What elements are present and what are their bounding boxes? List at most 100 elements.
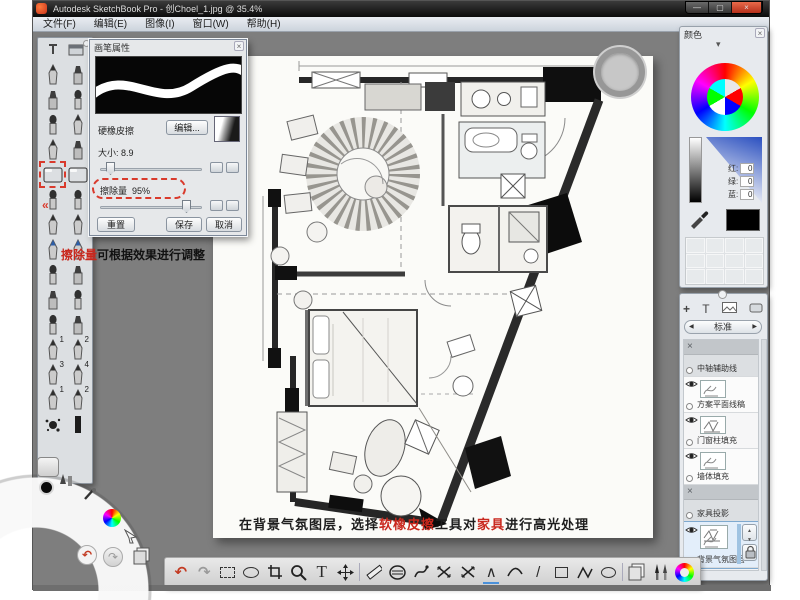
text-layer-button[interactable]: T [702, 302, 709, 316]
swatch-grid[interactable] [685, 237, 764, 285]
size-slider-thumb[interactable] [106, 162, 115, 175]
lagoon-layers-icon[interactable] [133, 547, 151, 570]
maximize-button[interactable]: ▢ [709, 2, 732, 14]
crop-tool[interactable] [265, 561, 285, 583]
reset-button[interactable]: 重置 [97, 217, 135, 232]
eraser-hard-selected[interactable] [40, 162, 65, 187]
lagoon-cursor-icon[interactable] [123, 529, 138, 549]
visibility-eye-icon[interactable] [685, 379, 698, 389]
brush-marker[interactable] [40, 87, 65, 112]
layer-move-button[interactable]: ▲▼ [742, 524, 757, 541]
drawing-canvas[interactable]: 在背景气氛图层，选择软橡皮擦工具对家具进行高光处理 [213, 56, 653, 538]
layers-button[interactable] [627, 561, 647, 583]
brush-needle-1[interactable]: 1 [40, 387, 65, 412]
brush-wide-1[interactable] [40, 262, 65, 287]
text-tool[interactable]: T [312, 561, 332, 583]
erase-increment-button[interactable] [226, 200, 239, 211]
color-puck-button[interactable] [674, 561, 694, 583]
brush-custom-3[interactable]: 3 [40, 362, 65, 387]
brush-texture-2[interactable] [65, 312, 90, 337]
layer-lock-button[interactable] [742, 544, 757, 561]
size-increment-button[interactable] [226, 162, 239, 173]
ruler-tool[interactable] [364, 561, 384, 583]
add-layer-button[interactable]: + [683, 302, 690, 316]
lagoon-pen-icon[interactable] [59, 473, 73, 492]
color-panel-collapse-icon[interactable]: ▾ [716, 39, 721, 50]
ellipse-tool[interactable] [599, 561, 619, 583]
brush-round-2[interactable] [65, 212, 90, 237]
brush-dark-marker[interactable] [65, 412, 90, 437]
color-wheel-inner[interactable] [707, 79, 743, 115]
polyline-tool-selected[interactable]: ∧ [481, 561, 501, 583]
layer-opacity-bar[interactable] [737, 524, 741, 564]
size-slider[interactable] [100, 168, 202, 171]
brush-mop-2[interactable] [65, 287, 90, 312]
brush-fine[interactable] [40, 137, 65, 162]
layers-scrollbar[interactable] [761, 339, 767, 571]
ellipse-guide-tool[interactable] [387, 561, 407, 583]
color-panel-close-icon[interactable]: × [755, 28, 765, 38]
layer-group-divider[interactable]: × [684, 340, 758, 355]
brush-custom-2[interactable]: 2 [65, 337, 90, 362]
brush-airbrush[interactable] [40, 112, 65, 137]
preset-right-icon[interactable]: ▶ [752, 321, 757, 333]
brush-library-button[interactable] [651, 561, 671, 583]
layer-menu-button[interactable] [749, 302, 763, 316]
brush-custom-1[interactable]: 1 [40, 337, 65, 362]
layer-radio[interactable] [686, 512, 693, 519]
line-tool[interactable]: / [528, 561, 548, 583]
visibility-eye-icon[interactable] [685, 451, 698, 461]
save-button[interactable]: 保存 [166, 217, 202, 232]
brush-custom-4[interactable]: 4 [65, 362, 90, 387]
edit-button[interactable]: 编辑... [166, 120, 208, 135]
lagoon-stylus-icon[interactable] [83, 487, 97, 504]
brush-needle-2[interactable]: 2 [65, 387, 90, 412]
import-image-button[interactable] [722, 302, 737, 316]
menu-edit[interactable]: 编辑(E) [94, 18, 127, 30]
layer-row-columns[interactable]: 门窗柱填充 [684, 413, 758, 449]
erase-slider-thumb[interactable] [182, 200, 191, 213]
size-decrement-button[interactable] [210, 162, 223, 173]
red-value[interactable]: 0 [740, 163, 754, 174]
grayscale-slider[interactable] [689, 137, 702, 203]
lagoon-undo-button[interactable]: ↶ [77, 545, 97, 565]
menu-image[interactable]: 图像(I) [145, 18, 174, 30]
brush-chisel[interactable] [65, 87, 90, 112]
distort-tool[interactable] [434, 561, 454, 583]
lagoon-redo-button[interactable]: ↷ [103, 547, 123, 567]
green-value[interactable]: 0 [740, 176, 754, 187]
menu-window[interactable]: 窗口(W) [193, 18, 229, 30]
symmetry-tool[interactable] [458, 561, 478, 583]
layer-row-walls[interactable]: 墙体填充 [684, 449, 758, 485]
menu-file[interactable]: 文件(F) [43, 18, 76, 30]
brush-round-1[interactable] [40, 212, 65, 237]
palette-window-icon[interactable] [68, 43, 84, 61]
undo-button[interactable]: ↶ [171, 561, 191, 583]
erase-decrement-button[interactable] [210, 200, 223, 211]
curve-tool[interactable] [505, 561, 525, 583]
redo-button[interactable]: ↷ [195, 561, 215, 583]
current-color-dot[interactable] [39, 480, 54, 495]
cancel-button[interactable]: 取消 [206, 217, 242, 232]
brush-liner[interactable] [65, 137, 90, 162]
close-button[interactable]: × [732, 2, 762, 14]
minimize-button[interactable]: — [686, 2, 709, 14]
brush-wide-2[interactable] [65, 262, 90, 287]
brush-smear[interactable] [65, 187, 90, 212]
brush-tip-preview[interactable] [214, 116, 240, 142]
menu-help[interactable]: 帮助(H) [247, 18, 281, 30]
visibility-eye-icon[interactable] [685, 525, 698, 535]
eraser-soft[interactable] [65, 162, 90, 187]
preset-left-icon[interactable]: ◀ [689, 321, 694, 333]
lasso-select-tool[interactable] [242, 561, 262, 583]
move-tool[interactable] [336, 561, 356, 583]
eyedropper-icon[interactable] [688, 209, 710, 234]
brush-pencil[interactable] [40, 62, 65, 87]
palette-pin-icon[interactable] [46, 42, 60, 61]
layer-row-shadows[interactable]: 家具投影 [684, 500, 758, 522]
polyline-n-tool[interactable] [575, 561, 595, 583]
brush-splatter[interactable] [40, 412, 65, 437]
layer-row-linework[interactable]: 方案平面线稿 [684, 377, 758, 413]
layer-group-divider[interactable]: × [684, 485, 758, 500]
brush-pen[interactable] [65, 62, 90, 87]
